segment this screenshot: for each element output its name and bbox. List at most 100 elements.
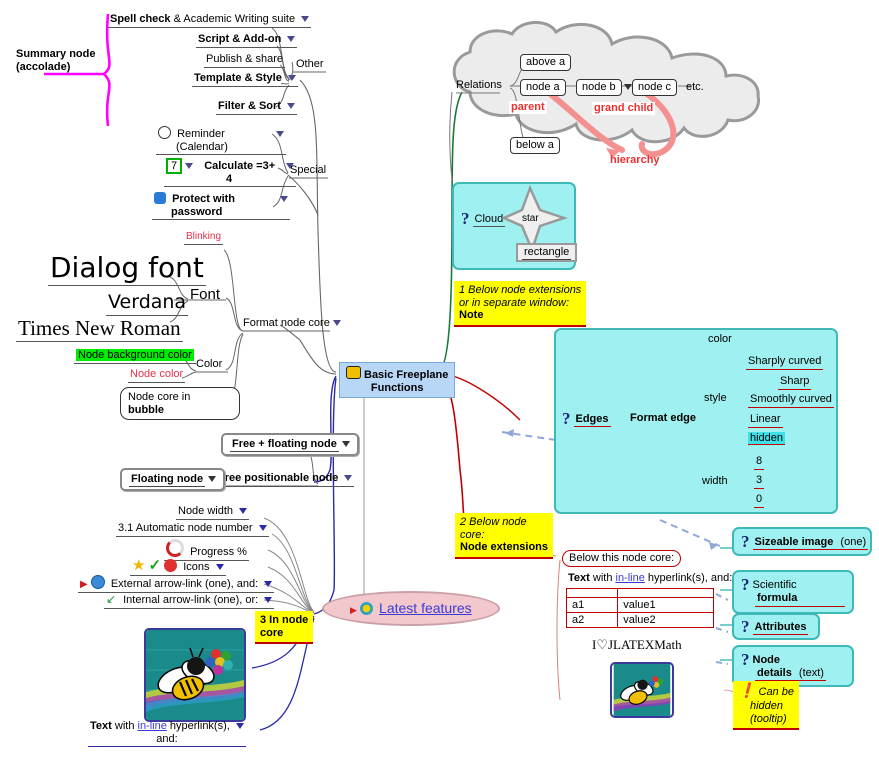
- branch-other[interactable]: Other: [296, 58, 324, 71]
- node-style-hidden[interactable]: hidden: [748, 432, 786, 445]
- node-internal-arrow-link[interactable]: ↙ Internal arrow-link (one), or:: [104, 592, 275, 609]
- center-node[interactable]: Basic Freeplane Functions: [339, 362, 456, 399]
- node-rectangle[interactable]: rectangle: [516, 243, 578, 262]
- node-above-a-label: above a: [526, 56, 566, 68]
- star-icon: ★: [132, 557, 146, 574]
- chevron-down-icon[interactable]: [208, 476, 217, 483]
- node-width-3[interactable]: 3: [754, 474, 765, 489]
- node-scientific-formula[interactable]: ? Scientific formula: [732, 570, 854, 614]
- summary-node[interactable]: Summary node (accolade): [16, 48, 95, 73]
- node-edges[interactable]: ? Edges: [562, 410, 611, 427]
- chevron-down-icon[interactable]: [341, 441, 350, 448]
- node-etc[interactable]: etc.: [686, 81, 704, 94]
- chevron-down-icon[interactable]: [624, 84, 632, 91]
- node-latest-features[interactable]: ▶ Latest features: [322, 591, 500, 626]
- node-format-edge[interactable]: Format edge: [630, 412, 696, 425]
- node-sizeable-image[interactable]: ? Sizeable image (one): [732, 527, 872, 557]
- node-free-positionable[interactable]: Free positionable node: [216, 472, 355, 487]
- chevron-down-icon[interactable]: [344, 475, 353, 482]
- node-edges-label: Edges: [573, 413, 611, 427]
- node-text-hyperlink-left[interactable]: Text with in-line hyperlink(s), and:: [88, 720, 246, 748]
- chevron-down-icon[interactable]: [239, 508, 248, 515]
- node-color[interactable]: Node color: [128, 368, 186, 383]
- node-a[interactable]: node a: [520, 79, 566, 96]
- table-row[interactable]: a1 value1: [565, 597, 714, 613]
- node-calculate[interactable]: 7 Calculate =3+ 4: [164, 158, 297, 188]
- node-text-hyperlink-right[interactable]: Text with in-line hyperlink(s), and:: [566, 572, 734, 586]
- node-attributes[interactable]: ? Attributes: [732, 613, 820, 641]
- node-background-color[interactable]: Node background color: [74, 349, 196, 364]
- note-1[interactable]: 1 Below node extensions or in separate w…: [454, 281, 587, 327]
- branch-color[interactable]: Color: [196, 358, 222, 371]
- node-c[interactable]: node c: [632, 79, 678, 96]
- node-latest-features-label[interactable]: Latest features: [379, 600, 472, 616]
- node-protect-password[interactable]: Protect with password: [152, 192, 291, 221]
- node-bee-image-right[interactable]: [610, 662, 674, 718]
- node-node-width[interactable]: Node width: [176, 505, 250, 520]
- chevron-down-icon[interactable]: [287, 36, 296, 43]
- branch-font[interactable]: Font: [190, 286, 220, 303]
- table-row[interactable]: a2 value2: [565, 612, 714, 628]
- node-edge-width[interactable]: width: [702, 475, 728, 488]
- chevron-down-icon[interactable]: [215, 564, 224, 571]
- node-b[interactable]: node b: [576, 79, 622, 96]
- node-edge-style[interactable]: style: [704, 392, 727, 405]
- chevron-down-icon[interactable]: [258, 525, 267, 532]
- node-reminder[interactable]: Reminder (Calendar): [156, 126, 286, 156]
- chevron-down-icon[interactable]: [280, 196, 289, 203]
- calculate-swatch[interactable]: 7: [166, 158, 183, 174]
- node-style-linear[interactable]: Linear: [748, 413, 783, 428]
- node-below-this-core[interactable]: Below this node core:: [562, 550, 682, 567]
- node-publish-share[interactable]: Publish & share: [204, 53, 286, 68]
- node-auto-number[interactable]: 3.1 Automatic node number: [116, 522, 269, 537]
- connector-label-parent-text: parent: [511, 101, 545, 113]
- node-external-arrow-link[interactable]: ▶ External arrow-link (one), and:: [78, 575, 275, 593]
- node-calculate-line1: Calculate =3+: [204, 160, 276, 172]
- note-in-node-core[interactable]: 3 In node core: [255, 611, 314, 645]
- node-template-style[interactable]: Template & Style: [192, 72, 298, 87]
- node-core-bubble[interactable]: Node core in bubble: [120, 387, 240, 421]
- chevron-down-icon[interactable]: [275, 131, 284, 138]
- connector-label-grand-child-text: grand child: [594, 102, 654, 114]
- node-spell-check[interactable]: Spell check & Academic Writing suite: [108, 13, 312, 28]
- node-filter-sort[interactable]: Filter & Sort: [216, 100, 298, 115]
- attributes-table[interactable]: a1 value1 a2 value2: [565, 588, 714, 628]
- branch-special[interactable]: Special: [290, 164, 326, 177]
- branch-format-node-core[interactable]: Format node core: [243, 317, 341, 330]
- node-edge-color[interactable]: color: [708, 333, 732, 346]
- node-star[interactable]: star: [522, 213, 539, 225]
- node-below-a[interactable]: below a: [510, 137, 560, 154]
- font-sample-dialog[interactable]: Dialog font: [48, 251, 206, 287]
- node-script-addon[interactable]: Script & Add-on: [196, 33, 298, 48]
- note-2[interactable]: 2 Below node core: Node extensions: [455, 513, 554, 559]
- chevron-down-icon[interactable]: [301, 16, 310, 23]
- node-bee-image-left[interactable]: [144, 628, 246, 722]
- chevron-down-icon[interactable]: [332, 320, 341, 327]
- branch-special-label: Special: [290, 164, 327, 176]
- inline-link[interactable]: in-line: [138, 720, 167, 732]
- node-style-sharply-curved[interactable]: Sharply curved: [746, 355, 824, 370]
- node-above-a[interactable]: above a: [520, 54, 572, 71]
- node-relations[interactable]: Relations: [456, 79, 502, 92]
- chevron-down-icon[interactable]: [264, 597, 273, 604]
- inline-link[interactable]: in-line: [616, 572, 645, 584]
- node-filter-sort-label: Filter & Sort: [218, 100, 281, 112]
- node-floating[interactable]: Floating node: [120, 468, 226, 491]
- font-sample-times[interactable]: Times New Roman: [16, 316, 183, 343]
- node-width-8[interactable]: 8: [754, 455, 765, 470]
- node-style-smoothly-curved[interactable]: Smoothly curved: [748, 393, 834, 408]
- chevron-down-icon[interactable]: [235, 723, 244, 730]
- chevron-down-icon[interactable]: [185, 163, 194, 170]
- chevron-down-icon[interactable]: [287, 103, 296, 110]
- node-c-fold-toggle[interactable]: [621, 81, 632, 94]
- node-cloud[interactable]: ? Cloud: [461, 210, 506, 227]
- node-width-0[interactable]: 0: [754, 493, 765, 508]
- node-free-plus-floating[interactable]: Free + floating node: [221, 433, 359, 456]
- note-tooltip[interactable]: ❗ Can be hidden (tooltip): [733, 681, 799, 731]
- chevron-down-icon[interactable]: [287, 75, 296, 82]
- font-sample-verdana[interactable]: Verdana: [106, 291, 189, 316]
- chevron-down-icon[interactable]: [264, 581, 273, 588]
- node-icons[interactable]: ★ ✓ Icons: [130, 557, 226, 577]
- node-style-sharp[interactable]: Sharp: [778, 375, 812, 390]
- node-blinking[interactable]: Blinking: [184, 231, 224, 245]
